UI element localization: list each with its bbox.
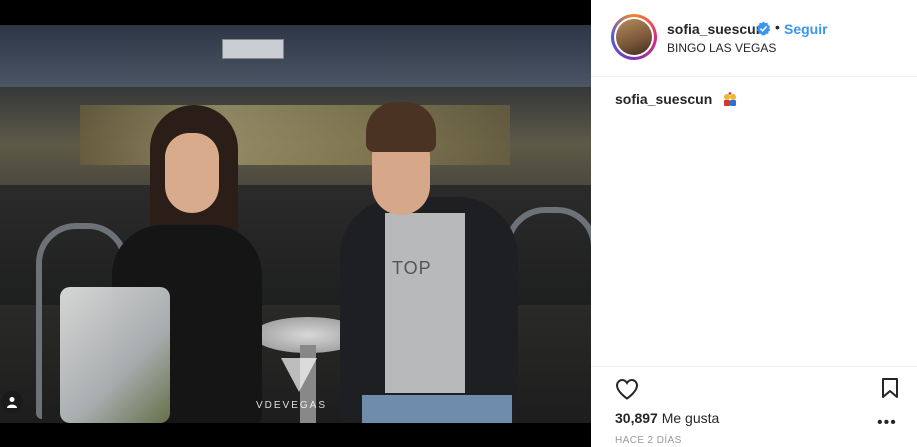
person-tag-icon[interactable] (1, 391, 23, 413)
photo-man-jeans (362, 395, 512, 423)
caption-username[interactable]: sofia_suescun (615, 91, 712, 107)
photo-ceiling (0, 25, 591, 87)
post-header: sofia_suescun • Seguir BINGO LAS VEGAS (591, 0, 917, 77)
photo-watermark-text: VDEVEGAS (256, 400, 328, 411)
avatar-image (616, 19, 652, 55)
post-media-panel: TOP VDEVEGAS (0, 0, 591, 447)
post-timestamp[interactable]: HACE 2 DÍAS (615, 435, 682, 446)
location-link[interactable]: BINGO LAS VEGAS (667, 41, 776, 55)
photo-shirt-text: TOP (392, 258, 432, 278)
photo-watermark-logo (281, 358, 317, 392)
photo-ceiling-sign (222, 39, 284, 59)
avatar[interactable] (611, 14, 657, 60)
actions-divider (591, 366, 917, 367)
post-sidebar: sofia_suescun • Seguir BINGO LAS VEGAS s… (591, 0, 917, 447)
heart-icon[interactable] (615, 378, 639, 400)
post-caption: sofia_suescun (615, 91, 738, 107)
username-link[interactable]: sofia_suescun (667, 21, 764, 37)
more-options-icon[interactable]: ••• (877, 414, 897, 432)
couple-emoji-icon (724, 92, 737, 106)
verified-badge-icon (756, 21, 771, 36)
photo-man-shirt (385, 213, 465, 393)
separator-dot: • (775, 19, 780, 35)
bookmark-icon[interactable] (881, 377, 899, 399)
follow-button[interactable]: Seguir (784, 21, 828, 37)
post-photo[interactable]: TOP VDEVEGAS (0, 25, 591, 423)
photo-woman-face (165, 133, 219, 213)
likes-count[interactable]: 30,897 Me gusta (615, 410, 719, 426)
likes-label: Me gusta (661, 410, 720, 426)
likes-number: 30,897 (615, 410, 658, 426)
photo-background-lights (80, 105, 510, 165)
photo-man-hair (366, 102, 436, 152)
photo-flower-bouquet (60, 287, 170, 423)
